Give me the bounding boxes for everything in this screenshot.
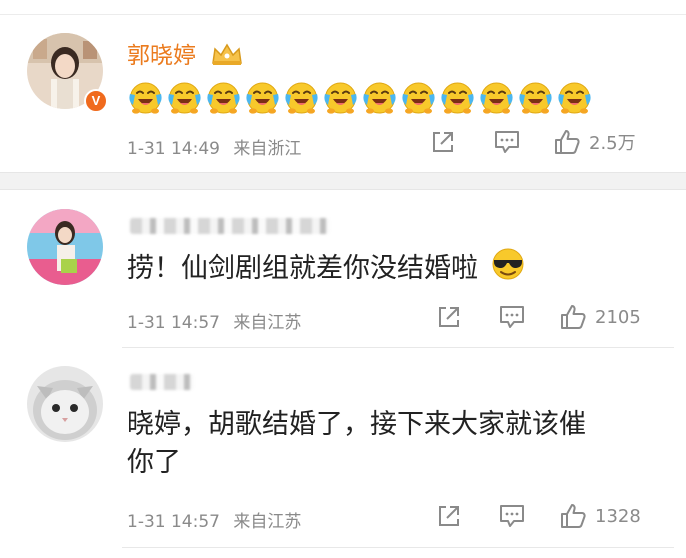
laughing-tears-emoji <box>363 82 396 114</box>
emoji-row <box>127 79 593 116</box>
laughing-tears-emoji <box>324 82 357 114</box>
location: 来自江苏 <box>233 512 302 532</box>
like-icon <box>561 305 586 329</box>
username[interactable]: 郭晓婷 <box>127 36 245 73</box>
laughing-tears-emoji <box>402 82 435 114</box>
comment-meta: 1-31 14:57 来自江苏 <box>127 507 301 532</box>
laughing-tears-emoji <box>129 82 162 114</box>
laughing-tears-emoji <box>207 82 240 114</box>
share-button[interactable] <box>436 503 462 529</box>
timestamp: 1-31 14:57 <box>127 512 220 532</box>
sunglasses-emoji <box>491 248 525 291</box>
comment-text-line: 晓婷，胡歌结婚了，接下来大家就该催 <box>127 409 586 440</box>
comment-icon <box>500 306 524 328</box>
comment-icon <box>500 505 524 527</box>
comment-meta: 1-31 14:49 来自浙江 <box>127 134 301 159</box>
comment-item: 捞！仙剑剧组就差你没结婚啦 1-31 14:57 来自江苏 2105 <box>0 190 686 348</box>
comment-button[interactable] <box>498 304 526 330</box>
laughing-tears-emoji <box>246 82 279 114</box>
share-button[interactable] <box>436 304 462 330</box>
laughing-tears-emoji <box>441 82 474 114</box>
comment-button[interactable] <box>493 129 521 155</box>
laughing-tears-emoji <box>519 82 552 114</box>
avatar[interactable] <box>27 209 103 285</box>
laughing-tears-emoji <box>168 82 201 114</box>
laughing-tears-emoji <box>480 82 513 114</box>
verified-badge-icon: V <box>84 89 108 113</box>
comment-icon <box>495 131 519 153</box>
username-text[interactable]: 郭晓婷 <box>127 43 196 69</box>
like-icon <box>561 504 586 528</box>
comment-text: 晓婷，胡歌结婚了，接下来大家就该催 你了 <box>127 406 586 482</box>
laughing-tears-emoji <box>558 82 591 114</box>
like-count: 1328 <box>595 505 641 527</box>
like-button[interactable]: 2105 <box>559 303 641 331</box>
share-button[interactable] <box>430 129 456 155</box>
comment-item: V 郭晓婷 1-31 14:49 来自浙江 2.5万 <box>0 15 686 172</box>
like-icon <box>555 130 580 154</box>
share-icon <box>439 307 459 327</box>
comment-item: 晓婷，胡歌结婚了，接下来大家就该催 你了 1-31 14:57 来自江苏 132… <box>0 348 686 558</box>
location: 来自江苏 <box>233 313 302 333</box>
like-button[interactable]: 2.5万 <box>553 128 636 156</box>
share-icon <box>439 506 459 526</box>
avatar[interactable] <box>27 366 103 442</box>
blurred-username <box>130 374 194 390</box>
like-button[interactable]: 1328 <box>559 502 641 530</box>
laughing-tears-emoji <box>285 82 318 114</box>
comment-separator <box>122 547 674 548</box>
section-divider <box>0 172 686 190</box>
comment-text-line: 你了 <box>127 447 181 478</box>
comment-button[interactable] <box>498 503 526 529</box>
comment-text-content: 捞！仙剑剧组就差你没结婚啦 <box>127 253 478 284</box>
blurred-username <box>130 218 330 234</box>
timestamp: 1-31 14:49 <box>127 139 220 159</box>
like-count: 2.5万 <box>589 133 636 154</box>
comment-meta: 1-31 14:57 来自江苏 <box>127 308 301 333</box>
location: 来自浙江 <box>233 139 302 159</box>
comment-text: 捞！仙剑剧组就差你没结婚啦 <box>127 248 525 291</box>
share-icon <box>433 132 453 152</box>
like-count: 2105 <box>595 306 641 328</box>
crown-icon <box>209 41 245 73</box>
timestamp: 1-31 14:57 <box>127 313 220 333</box>
